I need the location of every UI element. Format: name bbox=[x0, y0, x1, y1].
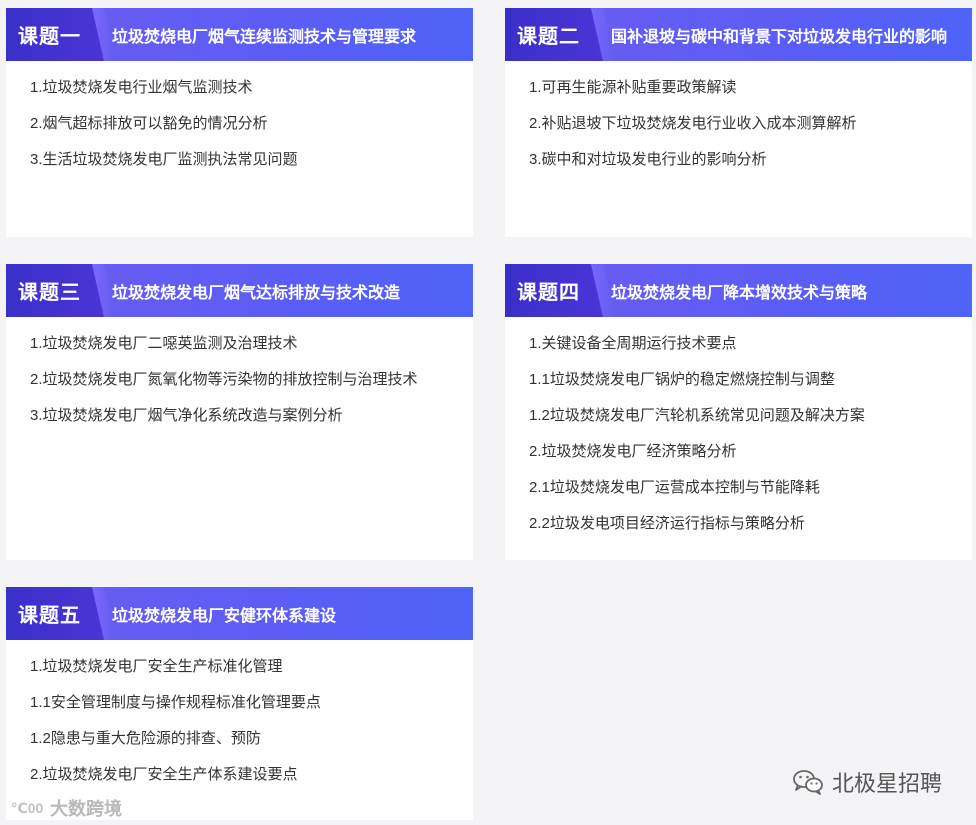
topic-card-3: 课题三 垃圾焚烧发电厂烟气达标排放与技术改造 1.垃圾焚烧发电厂二噁英监测及治理… bbox=[6, 264, 473, 560]
topic-item: 2.2垃圾发电项目经济运行指标与策略分析 bbox=[529, 515, 805, 532]
topic-item: 2.烟气超标排放可以豁免的情况分析 bbox=[30, 115, 268, 132]
topic-item-list: 1.垃圾焚烧发电行业烟气监测技术 2.烟气超标排放可以豁免的情况分析 3.生活垃… bbox=[6, 61, 473, 186]
topic-item: 1.关键设备全周期运行技术要点 bbox=[529, 335, 737, 352]
topic-badge: 课题一 bbox=[6, 8, 104, 61]
topic-item-list: 1.可再生能源补贴重要政策解读 2.补贴退坡下垃圾焚烧发电行业收入成本测算解析 … bbox=[505, 61, 972, 186]
topic-item: 1.1安全管理制度与操作规程标准化管理要点 bbox=[30, 694, 321, 711]
watermark-left-text: 大数跨境 bbox=[50, 799, 122, 819]
watermark-logo-icon: ℃00 bbox=[10, 799, 44, 816]
topic-item: 1.2隐患与重大危险源的排查、预防 bbox=[30, 730, 261, 747]
topic-card-header: 课题四 垃圾焚烧发电厂降本增效技术与策略 bbox=[505, 264, 972, 317]
topic-card-header: 课题一 垃圾焚烧电厂烟气连续监测技术与管理要求 bbox=[6, 8, 473, 61]
topic-item: 3.碳中和对垃圾发电行业的影响分析 bbox=[529, 151, 767, 168]
topic-item: 2.1垃圾焚烧发电厂运营成本控制与节能降耗 bbox=[529, 479, 820, 496]
watermark-right-text: 北极星招聘 bbox=[831, 771, 942, 796]
topic-card-2: 课题二 国补退坡与碳中和背景下对垃圾发电行业的影响 1.可再生能源补贴重要政策解… bbox=[505, 8, 972, 237]
topic-badge: 课题五 bbox=[6, 587, 104, 640]
topic-card-5: 课题五 垃圾焚烧发电厂安健环体系建设 1.垃圾焚烧发电厂安全生产标准化管理 1.… bbox=[6, 587, 473, 820]
topic-item: 2.垃圾焚烧发电厂经济策略分析 bbox=[529, 443, 737, 460]
topic-badge: 课题二 bbox=[505, 8, 603, 61]
topic-item: 1.1垃圾焚烧发电厂锅炉的稳定燃烧控制与调整 bbox=[529, 371, 835, 388]
watermark-left: ℃00 大数跨境 bbox=[8, 795, 122, 821]
topic-title: 垃圾焚烧电厂烟气连续监测技术与管理要求 bbox=[112, 28, 417, 46]
topic-badge: 课题四 bbox=[505, 264, 603, 317]
topic-title: 垃圾焚烧发电厂烟气达标排放与技术改造 bbox=[112, 284, 401, 302]
topic-item: 1.垃圾焚烧发电厂安全生产标准化管理 bbox=[30, 658, 283, 675]
topic-title: 国补退坡与碳中和背景下对垃圾发电行业的影响 bbox=[611, 28, 948, 46]
topic-card-1: 课题一 垃圾焚烧电厂烟气连续监测技术与管理要求 1.垃圾焚烧发电行业烟气监测技术… bbox=[6, 8, 473, 237]
topic-item: 1.可再生能源补贴重要政策解读 bbox=[529, 79, 737, 96]
topic-title: 垃圾焚烧发电厂安健环体系建设 bbox=[112, 607, 337, 625]
topic-item: 3.生活垃圾焚烧发电厂监测执法常见问题 bbox=[30, 151, 298, 168]
topic-item-list: 1.垃圾焚烧发电厂二噁英监测及治理技术 2.垃圾焚烧发电厂氮氧化物等污染物的排放… bbox=[6, 317, 473, 442]
wechat-icon bbox=[793, 770, 823, 795]
topic-card-header: 课题五 垃圾焚烧发电厂安健环体系建设 bbox=[6, 587, 473, 640]
topic-item: 2.补贴退坡下垃圾焚烧发电行业收入成本测算解析 bbox=[529, 115, 857, 132]
watermark-right: 北极星招聘 bbox=[792, 766, 942, 798]
topic-badge: 课题三 bbox=[6, 264, 104, 317]
topic-title: 垃圾焚烧发电厂降本增效技术与策略 bbox=[611, 284, 868, 302]
topic-item: 2.垃圾焚烧发电厂氮氧化物等污染物的排放控制与治理技术 bbox=[30, 371, 418, 388]
topic-card-4: 课题四 垃圾焚烧发电厂降本增效技术与策略 1.关键设备全周期运行技术要点 1.1… bbox=[505, 264, 972, 560]
topic-item: 1.垃圾焚烧发电厂二噁英监测及治理技术 bbox=[30, 335, 298, 352]
topic-card-header: 课题二 国补退坡与碳中和背景下对垃圾发电行业的影响 bbox=[505, 8, 972, 61]
topic-card-header: 课题三 垃圾焚烧发电厂烟气达标排放与技术改造 bbox=[6, 264, 473, 317]
topic-item: 3.垃圾焚烧发电厂烟气净化系统改造与案例分析 bbox=[30, 407, 343, 424]
topic-item-list: 1.垃圾焚烧发电厂安全生产标准化管理 1.1安全管理制度与操作规程标准化管理要点… bbox=[6, 640, 473, 801]
topic-item: 1.垃圾焚烧发电行业烟气监测技术 bbox=[30, 79, 253, 96]
topic-item-list: 1.关键设备全周期运行技术要点 1.1垃圾焚烧发电厂锅炉的稳定燃烧控制与调整 1… bbox=[505, 317, 972, 550]
topic-item: 1.2垃圾焚烧发电厂汽轮机系统常见问题及解决方案 bbox=[529, 407, 865, 424]
